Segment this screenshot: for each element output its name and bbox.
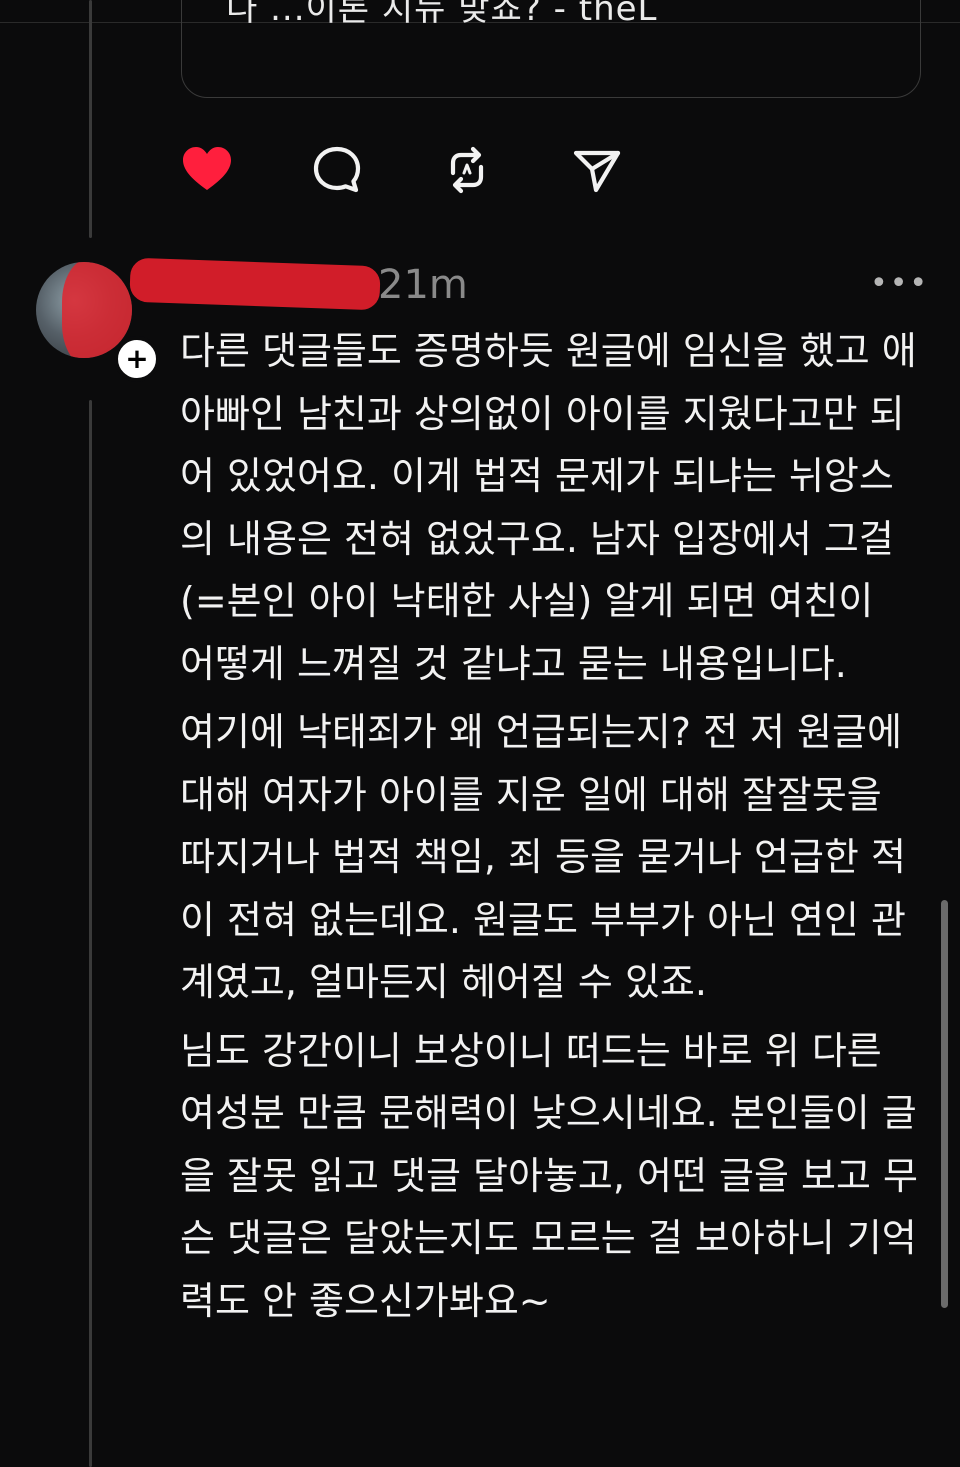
repost-icon[interactable] [440,143,494,197]
comment-paragraph: 님도 강간이니 보상이니 떠드는 바로 위 다른 여성분 만큼 문해력이 낮으시… [180,1028,918,1323]
more-options-button[interactable]: ••• [870,266,929,301]
post-action-bar [180,140,624,200]
comment-body: 다른 댓글들도 증명하듯 원글에 임신을 했고 애아빠인 남친과 상의없이 아이… [180,320,920,1338]
send-icon[interactable] [570,143,624,197]
quoted-post-text: 다 ...이론 지뉴 맞죠? - theL [226,0,658,29]
scrollbar[interactable] [941,900,948,1308]
follow-badge[interactable]: + [114,336,160,382]
heart-icon[interactable] [180,143,234,197]
reply-thread-line [89,400,92,1467]
username-redaction [129,257,381,311]
timestamp: 21m [378,262,468,308]
comment-bubble-icon[interactable] [310,143,364,197]
comment-paragraph: 다른 댓글들도 증명하듯 원글에 임신을 했고 애아빠인 남친과 상의없이 아이… [180,329,917,686]
comment-paragraph: 여기에 낙태죄가 왜 언급되는지? 전 저 원글에 대해 여자가 아이를 지운 … [180,710,906,1004]
thread-line [89,0,92,238]
quoted-post-card[interactable]: 다 ...이론 지뉴 맞죠? - theL [181,0,921,98]
avatar[interactable] [36,262,132,358]
